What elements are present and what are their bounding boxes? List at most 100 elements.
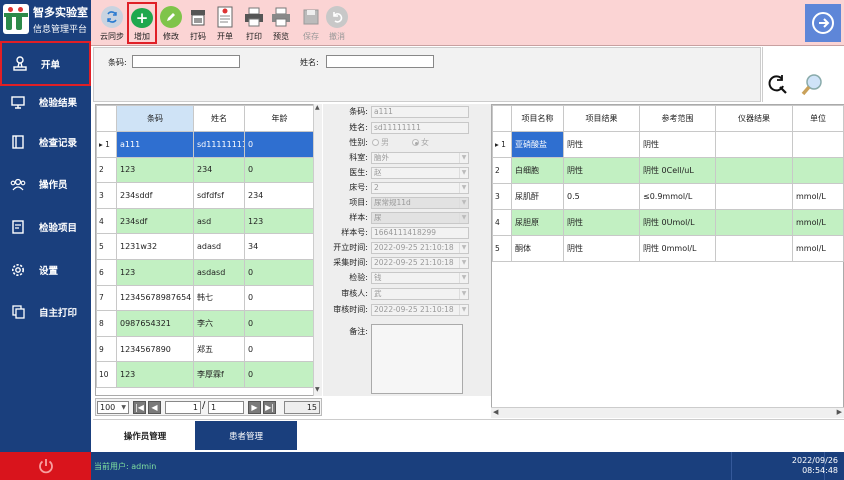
form-doctor-select[interactable]: 赵 ▼ <box>371 167 469 179</box>
sidebar-item-self-print[interactable]: 自主打印 <box>0 294 91 330</box>
cell-age[interactable]: 0 <box>244 156 315 184</box>
cell-unit[interactable]: mmol/L <box>792 235 844 262</box>
cell-name[interactable]: 李六 <box>193 310 245 337</box>
last-page-button[interactable]: ▶| <box>263 401 276 414</box>
current-page-input[interactable]: 1 <box>165 401 201 414</box>
form-review-time-picker[interactable]: 2022-09-25 21:10:18 ▼ <box>371 304 469 316</box>
form-inspector-select[interactable]: 钱 ▼ <box>371 272 469 284</box>
row-number[interactable]: 5 <box>492 235 512 262</box>
add-button[interactable]: + 增加 <box>127 2 157 44</box>
form-remark-textarea[interactable] <box>371 324 463 394</box>
first-page-button[interactable]: |◀ <box>133 401 146 414</box>
cell-item-result[interactable]: 阴性 <box>563 235 640 262</box>
name-search-input[interactable] <box>326 55 434 68</box>
gender-female-radio[interactable] <box>412 139 419 146</box>
column-header-barcode[interactable]: 条码 <box>116 105 194 132</box>
sidebar-item-operators[interactable]: 操作员 <box>0 166 91 202</box>
row-number[interactable]: 10 <box>96 361 117 388</box>
row-number[interactable]: 4 <box>492 209 512 236</box>
cell-item-name[interactable]: 尿肌酐 <box>511 183 564 210</box>
cell-age[interactable]: 0 <box>244 361 315 388</box>
print-code-button[interactable]: 打码 <box>183 2 213 44</box>
cell-item-result[interactable]: 阴性 <box>563 209 640 236</box>
cell-reference-range[interactable]: 阴性 <box>639 131 716 158</box>
cell-item-result[interactable]: 阴性 <box>563 131 640 158</box>
cell-age[interactable]: 0 <box>244 131 315 158</box>
refresh-button[interactable] <box>766 73 788 95</box>
cell-age[interactable]: 234 <box>244 182 315 209</box>
form-dept-select[interactable]: 脑外 ▼ <box>371 152 469 164</box>
column-header-reference-range[interactable]: 参考范围 <box>639 105 716 132</box>
cell-name[interactable]: sd11111111 <box>193 131 245 158</box>
open-order-button[interactable]: 开单 <box>210 2 240 44</box>
form-name-field[interactable]: sd11111111 <box>371 122 469 134</box>
cell-barcode[interactable]: 12345678987654 <box>116 284 194 312</box>
cell-name[interactable]: 郑五 <box>193 335 245 363</box>
sidebar-item-test-results[interactable]: 检验结果 <box>0 84 91 120</box>
cell-barcode[interactable]: 0987654321 <box>116 310 194 337</box>
cell-instrument-result[interactable] <box>715 157 793 184</box>
cell-name[interactable]: 234 <box>193 156 245 184</box>
table-row[interactable]: 2 白细胞 阴性 阴性 0Cell/uL <box>492 157 844 184</box>
form-bed-select[interactable]: 2 ▼ <box>371 182 469 194</box>
sidebar-item-open-order[interactable]: 开单 <box>0 41 91 86</box>
column-header-instrument-result[interactable]: 仪器结果 <box>715 105 793 132</box>
sidebar-item-test-items[interactable]: 检验项目 <box>0 209 91 245</box>
table-row[interactable]: ▸ 1 a111 sd11111111 0 <box>96 131 315 158</box>
row-number[interactable]: 2 <box>96 156 117 184</box>
cell-item-name[interactable]: 酮体 <box>511 235 564 262</box>
row-number[interactable]: ▸ 1 <box>492 131 512 158</box>
cell-age[interactable]: 34 <box>244 233 315 260</box>
table-row[interactable]: 3 234sddf sdfdfsf 234 <box>96 182 315 209</box>
row-number[interactable]: 9 <box>96 335 117 363</box>
cell-age[interactable]: 0 <box>244 284 315 312</box>
form-vertical-scrollbar[interactable]: ▲ ▼ <box>314 104 323 396</box>
power-button[interactable] <box>0 452 91 480</box>
tab-patient-management[interactable]: 患者管理 <box>195 421 297 450</box>
form-reviewer-select[interactable]: 武 ▼ <box>371 288 469 300</box>
cell-reference-range[interactable]: 阴性 0Cell/uL <box>639 157 716 184</box>
undo-button[interactable]: 撤消 <box>322 2 352 44</box>
cell-item-result[interactable]: 阴性 <box>563 157 640 184</box>
cloud-sync-button[interactable]: 云同步 <box>97 2 127 44</box>
sidebar-item-exam-records[interactable]: 检查记录 <box>0 124 91 160</box>
cell-instrument-result[interactable] <box>715 209 793 236</box>
table-row[interactable]: 10 123 李厚霖f 0 <box>96 361 315 388</box>
sidebar-item-settings[interactable]: 设置 <box>0 252 91 288</box>
cell-instrument-result[interactable] <box>715 183 793 210</box>
table-row[interactable]: 5 1231w32 adasd 34 <box>96 233 315 260</box>
search-button[interactable] <box>801 73 825 97</box>
table-row[interactable]: 5 酮体 阴性 阴性 0mmol/L mmol/L <box>492 235 844 262</box>
row-number[interactable]: 4 <box>96 207 117 235</box>
table-row[interactable]: 6 123 asdasd 0 <box>96 258 315 286</box>
cell-reference-range[interactable]: ≤0.9mmol/L <box>639 183 716 210</box>
cell-item-name[interactable]: 白细胞 <box>511 157 564 184</box>
cell-name[interactable]: sdfdfsf <box>193 182 245 209</box>
cell-barcode[interactable]: 123 <box>116 361 194 388</box>
cell-name[interactable]: 韩七 <box>193 284 245 312</box>
cell-reference-range[interactable]: 阴性 0Umol/L <box>639 209 716 236</box>
cell-item-result[interactable]: 0.5 <box>563 183 640 210</box>
table-row[interactable]: 4 234sdf asd 123 <box>96 207 315 235</box>
cell-age[interactable]: 0 <box>244 310 315 337</box>
cell-unit[interactable]: mmol/L <box>792 183 844 210</box>
cell-instrument-result[interactable] <box>715 131 793 158</box>
edit-button[interactable]: 修改 <box>156 2 186 44</box>
cell-age[interactable]: 123 <box>244 207 315 235</box>
cell-barcode[interactable]: 234sdf <box>116 207 194 235</box>
cell-name[interactable]: asd <box>193 207 245 235</box>
cell-instrument-result[interactable] <box>715 235 793 262</box>
cell-age[interactable]: 0 <box>244 258 315 286</box>
form-barcode-field[interactable]: a111 <box>371 106 469 118</box>
barcode-search-input[interactable] <box>132 55 240 68</box>
form-sample-select[interactable]: 尿 ▼ <box>371 212 469 224</box>
table-row[interactable]: ▸ 1 亚硝酸盐 阴性 阴性 <box>492 131 844 158</box>
cell-item-name[interactable]: 亚硝酸盐 <box>511 131 564 158</box>
form-project-select[interactable]: 尿常规11d ▼ <box>371 197 469 209</box>
cell-barcode[interactable]: 123 <box>116 156 194 184</box>
column-header-age[interactable]: 年龄 <box>244 105 315 132</box>
prev-page-button[interactable]: ◀ <box>148 401 161 414</box>
cell-age[interactable]: 0 <box>244 335 315 363</box>
form-open-time-picker[interactable]: 2022-09-25 21:10:18 ▼ <box>371 242 469 254</box>
cell-barcode[interactable]: 1234567890 <box>116 335 194 363</box>
